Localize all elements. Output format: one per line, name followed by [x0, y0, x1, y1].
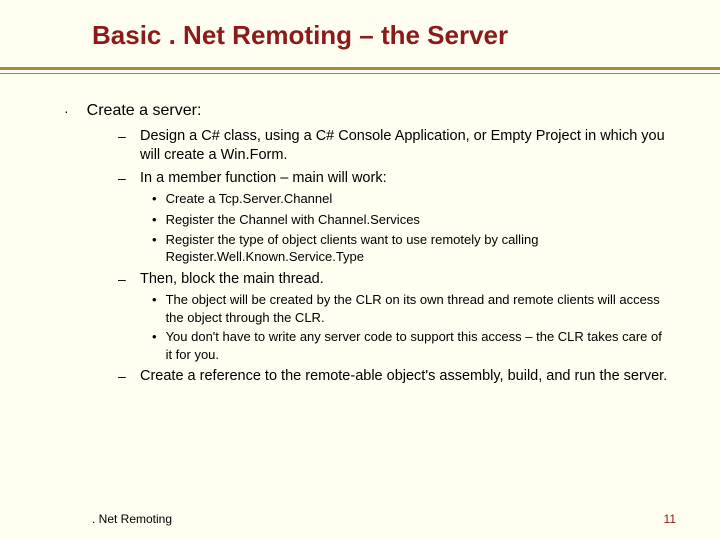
dot-icon: • — [152, 190, 157, 208]
rule-thick — [0, 67, 720, 70]
level1-text: Create a server: — [87, 100, 202, 121]
footer-label: . Net Remoting — [92, 512, 172, 526]
bullet-level3: • You don't have to write any server cod… — [152, 328, 676, 363]
dot-icon: • — [152, 291, 157, 309]
level3-text: Register the type of object clients want… — [166, 231, 668, 266]
bullet-level2: – Then, block the main thread. — [118, 270, 676, 289]
dash-icon: – — [118, 270, 130, 288]
bullet-level2: – In a member function – main will work: — [118, 169, 676, 188]
level3-list: • Create a Tcp.Server.Channel • Register… — [118, 190, 676, 265]
bullet-level2: – Create a reference to the remote-able … — [118, 367, 676, 386]
level2-text: Create a reference to the remote-able ob… — [140, 367, 667, 386]
level2-text: Then, block the main thread. — [140, 270, 324, 289]
bullet-level3: • Register the Channel with Channel.Serv… — [152, 211, 676, 229]
slide-content: · Create a server: – Design a C# class, … — [0, 74, 720, 386]
level3-text: Register the Channel with Channel.Servic… — [166, 211, 420, 229]
bullet-level3: • Register the type of object clients wa… — [152, 231, 676, 266]
bullet-icon: · — [64, 100, 69, 120]
bullet-level3: • The object will be created by the CLR … — [152, 291, 676, 326]
dot-icon: • — [152, 231, 157, 249]
dash-icon: – — [118, 127, 130, 145]
title-rules — [0, 67, 720, 74]
bullet-level1: · Create a server: — [64, 100, 676, 121]
slide: Basic . Net Remoting – the Server · Crea… — [0, 0, 720, 540]
level2-text: Design a C# class, using a C# Console Ap… — [140, 127, 670, 165]
level2-text: In a member function – main will work: — [140, 169, 387, 188]
level3-list: • The object will be created by the CLR … — [118, 291, 676, 363]
dash-icon: – — [118, 367, 130, 385]
dot-icon: • — [152, 211, 157, 229]
level3-text: Create a Tcp.Server.Channel — [166, 190, 333, 208]
level3-text: The object will be created by the CLR on… — [166, 291, 668, 326]
dash-icon: – — [118, 169, 130, 187]
slide-footer: . Net Remoting 11 — [0, 512, 720, 526]
bullet-level2: – Design a C# class, using a C# Console … — [118, 127, 676, 165]
level2-list: – Design a C# class, using a C# Console … — [64, 127, 676, 386]
dot-icon: • — [152, 328, 157, 346]
slide-title: Basic . Net Remoting – the Server — [0, 20, 720, 63]
level3-text: You don't have to write any server code … — [166, 328, 668, 363]
page-number: 11 — [664, 512, 676, 526]
bullet-level3: • Create a Tcp.Server.Channel — [152, 190, 676, 208]
